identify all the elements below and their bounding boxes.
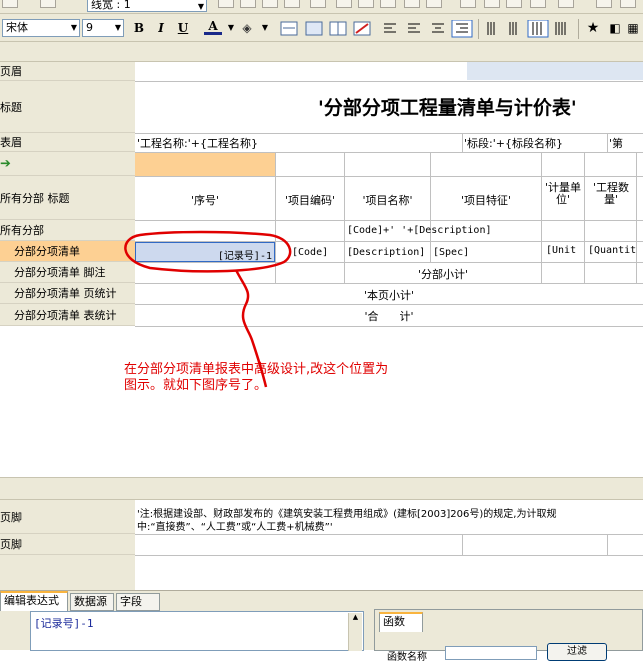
align-icon[interactable] bbox=[460, 0, 476, 8]
toolbar-top: 线宽 : 1 ▼ bbox=[0, 0, 643, 14]
bold-button[interactable]: B bbox=[130, 19, 148, 37]
diagonal-icon[interactable] bbox=[426, 0, 442, 8]
border-icon[interactable] bbox=[380, 0, 396, 8]
tab-functions[interactable]: 函数 bbox=[379, 612, 423, 632]
tab-data-source[interactable]: 数据源 bbox=[70, 593, 114, 611]
expression-text: [记录号]-1 bbox=[34, 617, 94, 630]
align-icon[interactable] bbox=[530, 0, 546, 8]
annotation-text-line2: 图示。就如下图序号了。 bbox=[124, 378, 268, 393]
border-icon[interactable] bbox=[358, 0, 374, 8]
line-width-combo[interactable]: 线宽 : 1 ▼ bbox=[87, 0, 207, 12]
align-icon[interactable] bbox=[506, 0, 522, 8]
column-icon[interactable]: ◧ bbox=[606, 19, 624, 37]
vertical-align-icons[interactable] bbox=[482, 20, 582, 38]
undo-icon[interactable] bbox=[2, 0, 18, 8]
star-icon[interactable]: ★ bbox=[584, 19, 602, 37]
report-designer[interactable]: 页眉 标题 表眉 ➔ 所有分部 标题 所有分部 分部分项清单 分部分项清单 脚注… bbox=[0, 42, 643, 590]
functions-panel: 函数 函数名称 过滤 bbox=[374, 609, 643, 663]
font-size-combo[interactable]: 9 ▼ bbox=[82, 19, 124, 37]
border-icon[interactable] bbox=[310, 0, 326, 8]
text-align-icons[interactable] bbox=[380, 20, 480, 38]
tab-edit-expression[interactable]: 编辑表达式 bbox=[0, 591, 68, 611]
bottom-panel: 编辑表达式 数据源 字段 [记录号]-1 ▲ 函数 函数名称 过滤 bbox=[0, 590, 643, 663]
font-color-button[interactable]: A bbox=[204, 18, 222, 35]
scrollbar[interactable]: ▲ bbox=[348, 613, 362, 651]
chevron-down-icon[interactable]: ▼ bbox=[256, 19, 274, 37]
align-icon[interactable] bbox=[558, 0, 574, 8]
align-icon[interactable] bbox=[620, 0, 636, 8]
filter-button[interactable]: 过滤 bbox=[547, 643, 607, 661]
toolbar-format: 宋体 ▼ 9 ▼ B I U A ▼ ◈ ▼ ★ ◧ ▦ bbox=[0, 14, 643, 42]
red-annotation-drawing bbox=[124, 230, 292, 388]
expression-editor[interactable]: [记录号]-1 bbox=[30, 611, 364, 651]
function-name-input[interactable] bbox=[445, 646, 537, 660]
border-icon[interactable] bbox=[284, 0, 300, 8]
italic-button[interactable]: I bbox=[152, 19, 170, 37]
align-icon[interactable] bbox=[596, 0, 612, 8]
fill-color-icon[interactable]: ◈ bbox=[238, 19, 256, 37]
underline-button[interactable]: U bbox=[174, 19, 192, 37]
border-icon[interactable] bbox=[262, 0, 278, 8]
tab-fields[interactable]: 字段 bbox=[116, 593, 160, 611]
border-icon[interactable] bbox=[218, 0, 234, 8]
cross-icon[interactable] bbox=[336, 0, 352, 8]
border-icon[interactable] bbox=[240, 0, 256, 8]
font-name-combo[interactable]: 宋体 ▼ bbox=[2, 19, 80, 37]
diagonal-icon[interactable] bbox=[404, 0, 420, 8]
align-icon[interactable] bbox=[484, 0, 500, 8]
redo-icon[interactable] bbox=[40, 0, 56, 8]
function-name-label: 函数名称 bbox=[387, 652, 427, 663]
table-icon[interactable]: ▦ bbox=[624, 19, 642, 37]
